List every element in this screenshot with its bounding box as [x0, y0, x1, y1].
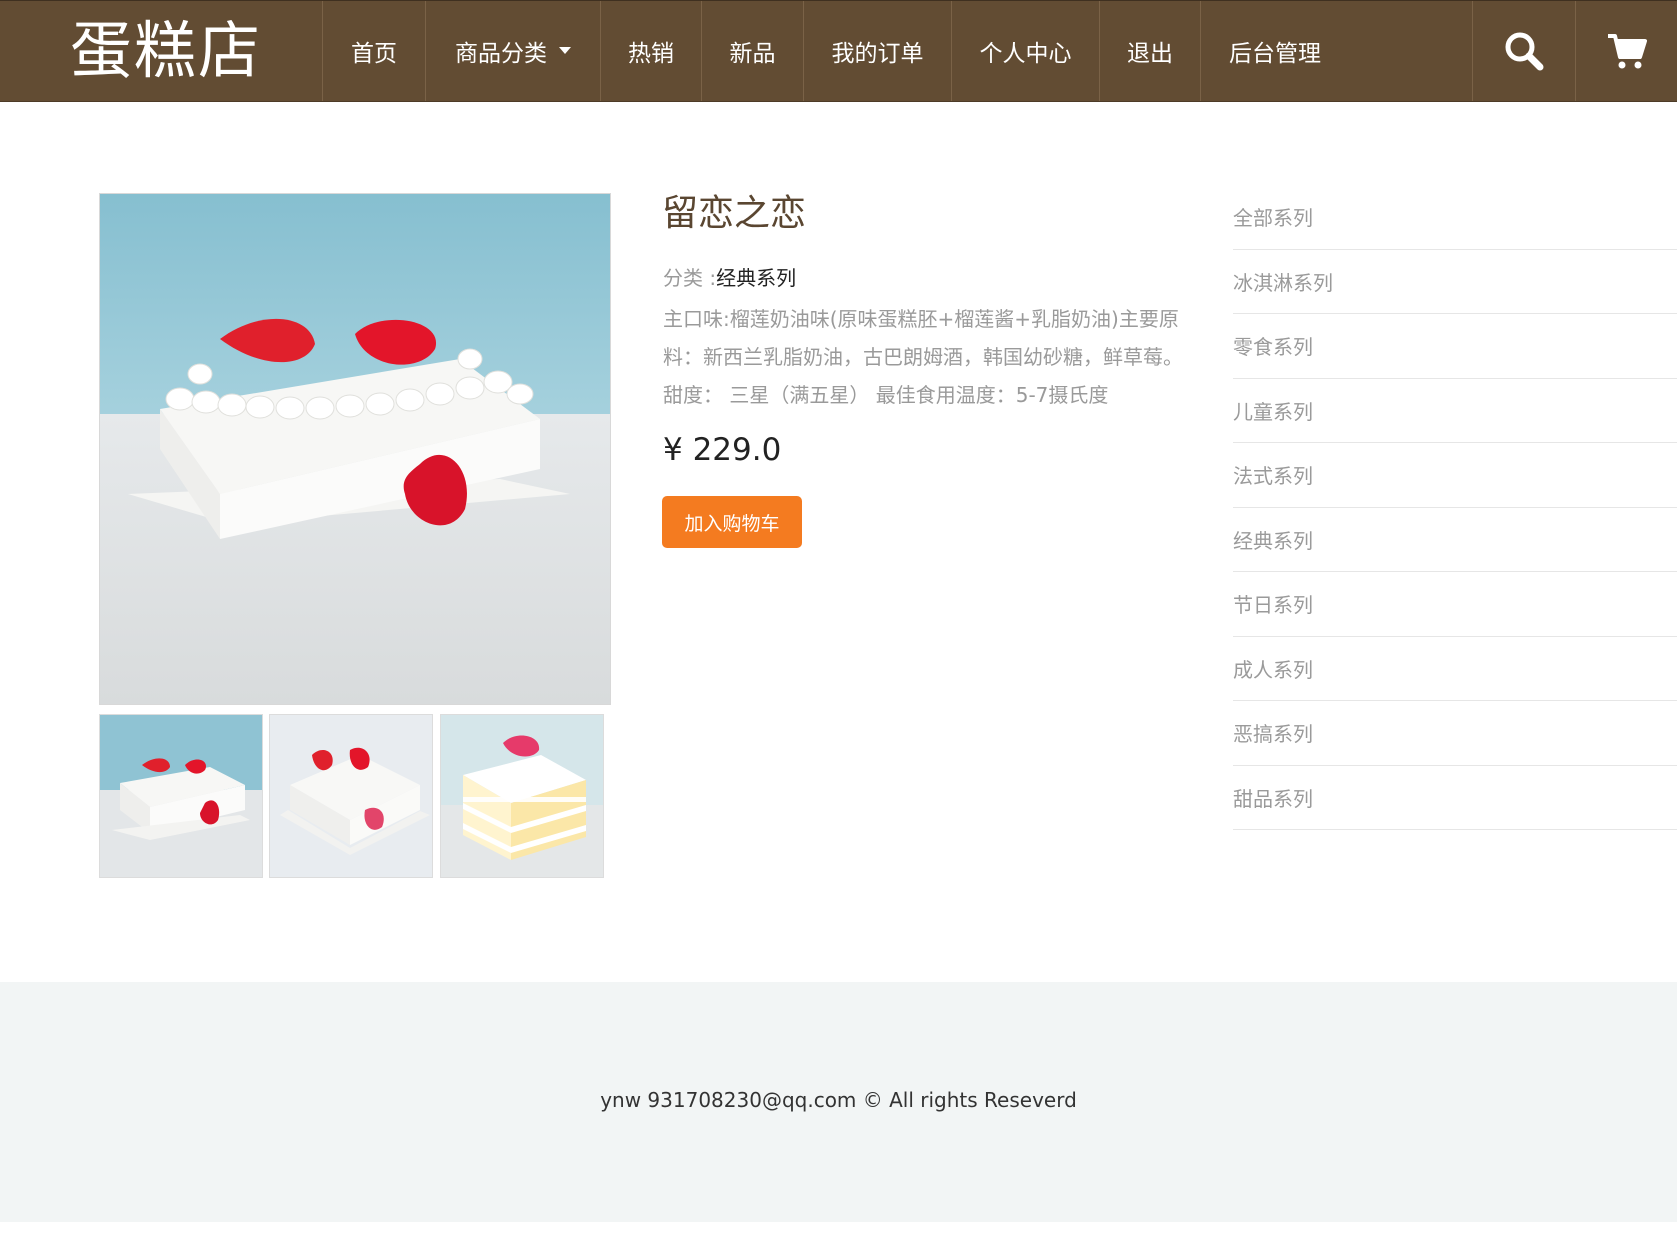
cart-icon [1607, 34, 1647, 69]
nav-item-label: 个人中心 [979, 41, 1072, 67]
sidebar-item-snacks[interactable]: 零食系列 [1233, 314, 1677, 379]
category-sidebar: 全部系列 冰淇淋系列 零食系列 儿童系列 法式系列 经典系列 节日系列 成人系列… [1233, 185, 1677, 830]
nav-item-label: 新品 [729, 41, 776, 67]
footer-copyright: ynw 931708230@qq.com © All rights Reseve… [600, 1088, 1077, 1112]
nav-item-orders[interactable]: 我的订单 [803, 1, 951, 101]
nav-item-label: 热销 [628, 41, 674, 67]
product-price: ¥ 229.0 [663, 432, 782, 468]
product-category: 分类 :经典系列 [663, 263, 796, 293]
cake-image [100, 194, 610, 704]
sidebar-item-all[interactable]: 全部系列 [1233, 185, 1677, 250]
nav-item-profile[interactable]: 个人中心 [951, 1, 1099, 101]
cake-thumbnail-image [100, 715, 262, 877]
nav-item-categories[interactable]: 商品分类 [425, 1, 600, 101]
nav-item-label: 退出 [1127, 41, 1173, 67]
navbar: 蛋糕店 首页 商品分类 热销 新品 我的订单 个人中心 退出 后台管理 [0, 0, 1677, 102]
sidebar-item-kids[interactable]: 儿童系列 [1233, 379, 1677, 443]
sidebar-item-french[interactable]: 法式系列 [1233, 443, 1677, 508]
sidebar-item-icecream[interactable]: 冰淇淋系列 [1233, 250, 1677, 314]
search-icon [1505, 32, 1543, 71]
nav-item-label: 我的订单 [831, 41, 924, 67]
nav-item-new[interactable]: 新品 [701, 1, 803, 101]
sidebar-item-prank[interactable]: 恶搞系列 [1233, 701, 1677, 766]
thumbnail-1[interactable] [99, 714, 263, 878]
nav-item-label: 首页 [351, 41, 397, 67]
nav-item-label: 后台管理 [1229, 41, 1321, 67]
chevron-down-icon [559, 46, 571, 54]
add-to-cart-button[interactable]: 加入购物车 [662, 496, 802, 548]
brand-logo[interactable]: 蛋糕店 [70, 11, 262, 91]
nav-item-home[interactable]: 首页 [322, 1, 425, 101]
nav-item-logout[interactable]: 退出 [1099, 1, 1200, 101]
category-value: 经典系列 [716, 266, 797, 290]
cart-button[interactable] [1575, 1, 1677, 101]
product-description: 主口味:榴莲奶油味(原味蛋糕胚+榴莲酱+乳脂奶油)主要原料：新西兰乳脂奶油，古巴… [663, 307, 1183, 407]
product-main-image[interactable] [99, 193, 611, 705]
sidebar-item-holiday[interactable]: 节日系列 [1233, 572, 1677, 637]
nav-item-hot[interactable]: 热销 [600, 1, 701, 101]
search-button[interactable] [1472, 1, 1574, 101]
cake-thumbnail-image [441, 715, 603, 877]
product-title: 留恋之恋 [662, 193, 807, 234]
sidebar-item-dessert[interactable]: 甜品系列 [1233, 766, 1677, 830]
nav-item-admin[interactable]: 后台管理 [1200, 1, 1349, 101]
thumbnail-3[interactable] [440, 714, 604, 878]
cake-thumbnail-image [270, 715, 432, 877]
sidebar-item-adult[interactable]: 成人系列 [1233, 637, 1677, 701]
nav-item-label: 商品分类 [455, 41, 547, 67]
category-label: 分类 : [663, 266, 717, 290]
sidebar-item-classic[interactable]: 经典系列 [1233, 508, 1677, 572]
thumbnail-2[interactable] [269, 714, 433, 878]
nav-menu: 首页 商品分类 热销 新品 我的订单 个人中心 退出 后台管理 [322, 1, 1349, 101]
